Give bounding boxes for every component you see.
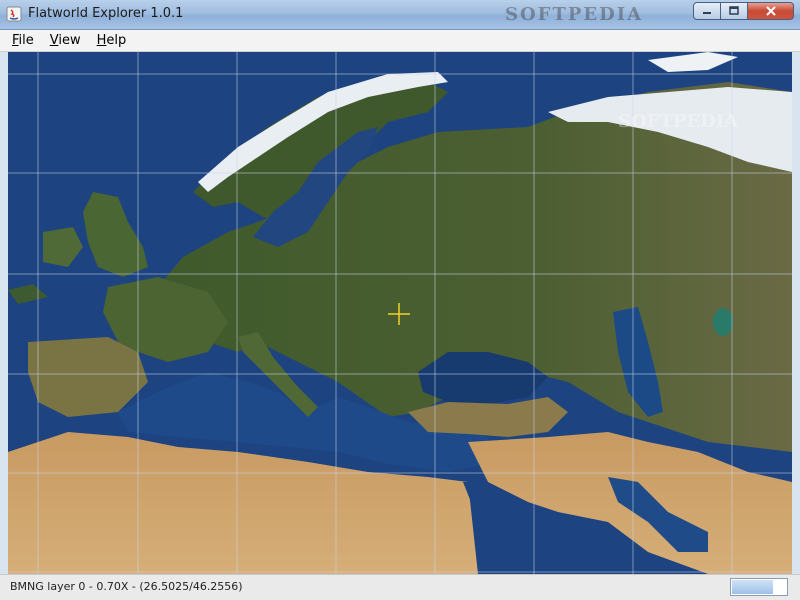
title-bar[interactable]: Flatworld Explorer 1.0.1 SOFTPEDIA — [0, 0, 800, 30]
maximize-icon — [729, 6, 739, 15]
menu-file[interactable]: File — [4, 33, 42, 48]
satellite-map[interactable]: SOFTPEDIA — [8, 52, 792, 574]
window-controls — [693, 2, 794, 20]
close-icon — [765, 6, 776, 16]
aral-sea — [713, 308, 733, 336]
minimize-icon — [703, 12, 711, 14]
status-bar: BMNG layer 0 - 0.70X - (26.5025/46.2556) — [0, 574, 800, 600]
minimize-button[interactable] — [693, 2, 721, 20]
menu-view[interactable]: View — [42, 33, 89, 48]
app-window: Flatworld Explorer 1.0.1 SOFTPEDIA File … — [0, 0, 800, 600]
map-watermark: SOFTPEDIA — [618, 111, 739, 132]
progress-bar — [730, 578, 788, 596]
window-title: Flatworld Explorer 1.0.1 — [28, 6, 184, 21]
progress-fill — [732, 580, 773, 594]
menu-help[interactable]: Help — [89, 33, 135, 48]
status-text: BMNG layer 0 - 0.70X - (26.5025/46.2556) — [10, 580, 243, 593]
close-button[interactable] — [748, 2, 794, 20]
softpedia-watermark: SOFTPEDIA — [505, 4, 644, 25]
maximize-button[interactable] — [721, 2, 748, 20]
java-app-icon — [6, 6, 22, 22]
menu-bar: File View Help — [0, 30, 800, 52]
map-view[interactable]: SOFTPEDIA — [8, 52, 792, 574]
